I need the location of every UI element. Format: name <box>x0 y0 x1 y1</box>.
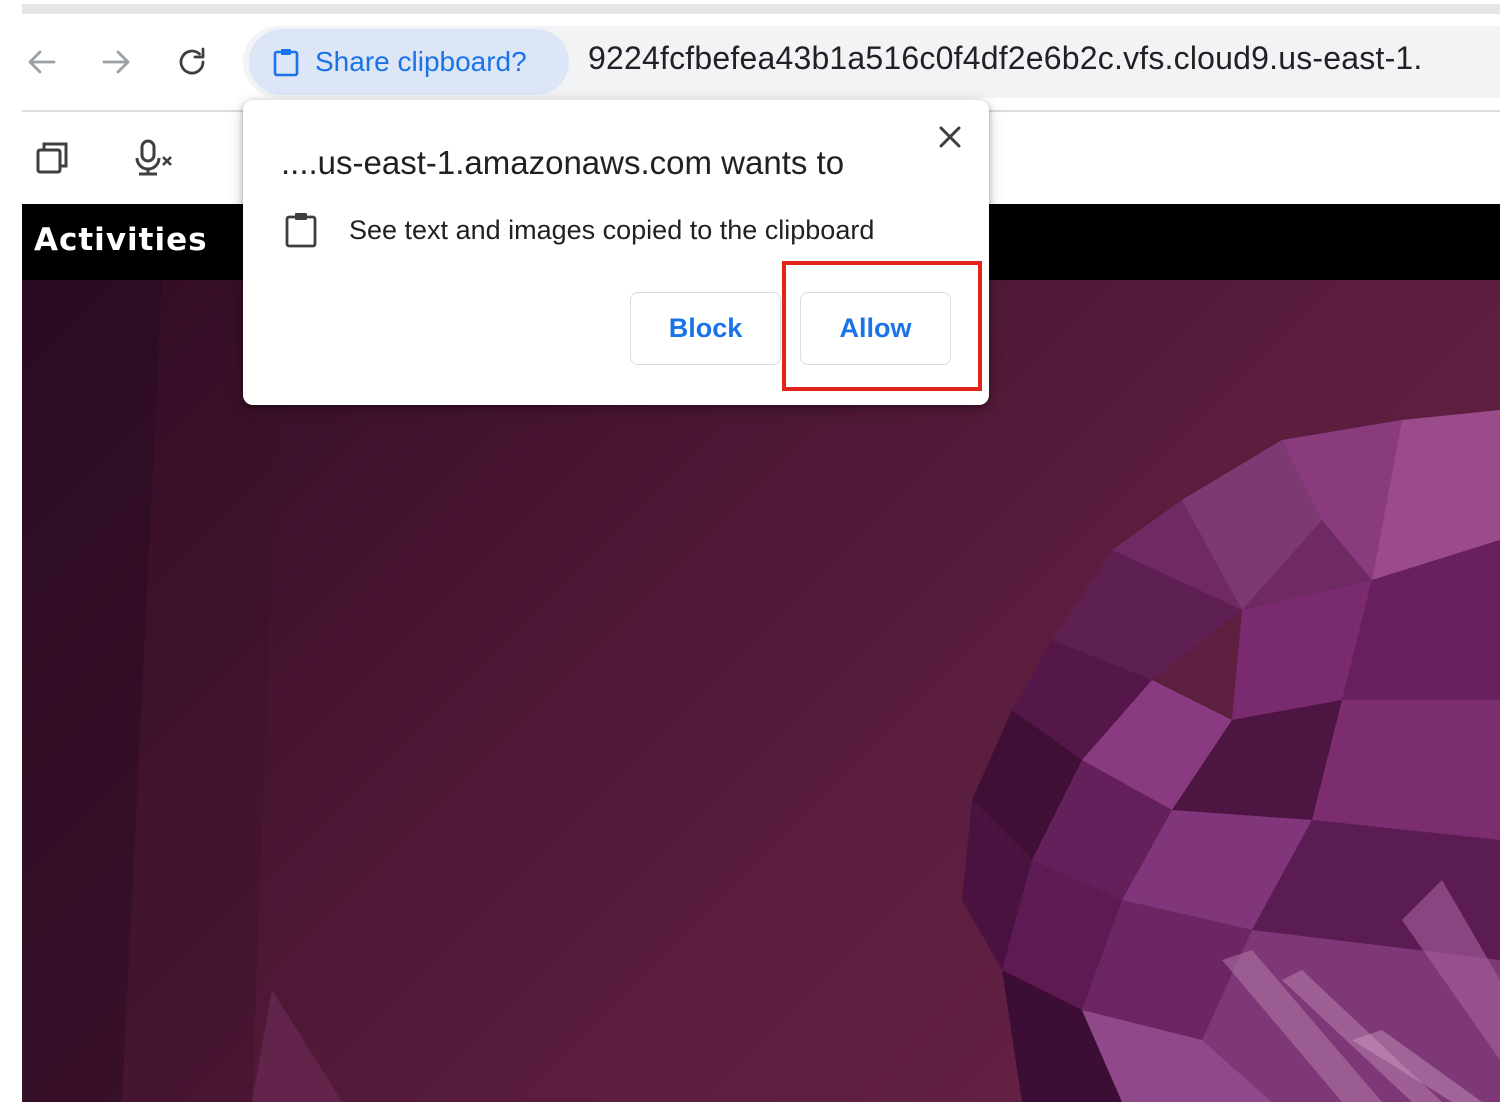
share-clipboard-label: Share clipboard? <box>315 46 527 77</box>
close-popup-button[interactable] <box>933 120 967 154</box>
close-icon <box>939 126 961 148</box>
block-button[interactable]: Block <box>630 292 781 365</box>
allow-button[interactable]: Allow <box>800 292 951 365</box>
arrow-left-icon <box>28 50 56 74</box>
clipboard-icon <box>283 210 319 250</box>
share-clipboard-chip[interactable]: Share clipboard? <box>249 29 569 95</box>
window-switch-button[interactable] <box>30 136 74 180</box>
reload-button[interactable] <box>172 42 212 82</box>
arrow-right-icon <box>102 50 130 74</box>
mute-microphone-button[interactable] <box>132 136 176 180</box>
screen: Share clipboard? 9224fcfbefea43b1a516c0f… <box>0 0 1500 1106</box>
activities-button[interactable]: Activities <box>34 222 208 258</box>
popup-title: ....us-east-1.amazonaws.com wants to <box>281 144 845 181</box>
clipboard-icon <box>271 47 301 77</box>
clipboard-permission-popup: ....us-east-1.amazonaws.com wants to See… <box>243 100 989 405</box>
permission-row: See text and images copied to the clipbo… <box>283 208 874 252</box>
window-top-strip <box>22 4 1500 14</box>
url-text[interactable]: 9224fcfbefea43b1a516c0f4df2e6b2c.vfs.clo… <box>588 40 1500 77</box>
copy-windows-icon <box>36 142 68 174</box>
permission-text: See text and images copied to the clipbo… <box>349 214 875 245</box>
bottom-edge <box>0 1102 1500 1106</box>
microphone-off-icon <box>135 139 172 176</box>
back-button[interactable] <box>22 42 62 82</box>
reload-icon <box>179 47 205 75</box>
forward-button[interactable] <box>96 42 136 82</box>
